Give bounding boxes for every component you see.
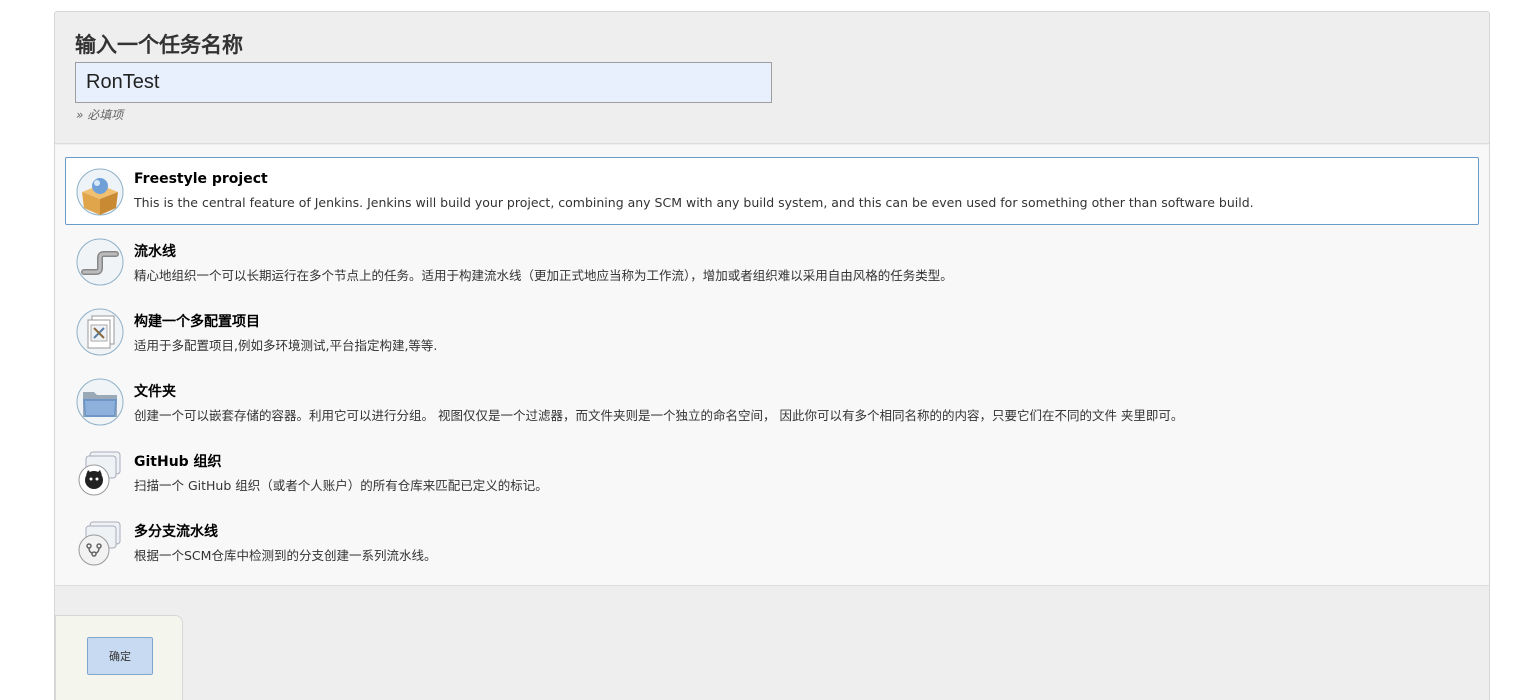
page-title: 输入一个任务名称 (75, 33, 243, 57)
item-title: 文件夹 (134, 384, 176, 400)
item-description: 适用于多配置项目,例如多环境测试,平台指定构建,等等. (134, 338, 438, 353)
item-type-list: Freestyle project This is the central fe… (55, 145, 1489, 586)
item-title: 构建一个多配置项目 (134, 314, 260, 330)
item-description: 根据一个SCM仓库中检测到的分支创建一系列流水线。 (134, 548, 437, 563)
item-type-multibranch-pipeline[interactable]: 多分支流水线 根据一个SCM仓库中检测到的分支创建一系列流水线。 (65, 507, 1479, 575)
multibranch-pipeline-icon (78, 521, 121, 566)
form-footer: 确定 (55, 587, 1489, 700)
new-item-panel: 输入一个任务名称 » 必填项 Freestyle project This is… (54, 11, 1490, 700)
item-type-multi-config[interactable]: 构建一个多配置项目 适用于多配置项目,例如多环境测试,平台指定构建,等等. (65, 297, 1479, 365)
item-title: GitHub 组织 (134, 454, 222, 470)
item-title: Freestyle project (134, 171, 268, 187)
item-type-github-organization[interactable]: GitHub 组织 扫描一个 GitHub 组织（或者个人账户）的所有仓库来匹配… (65, 437, 1479, 505)
item-name-section: 输入一个任务名称 » 必填项 (55, 12, 1489, 144)
button-bar: 确定 (55, 615, 183, 700)
item-description: 创建一个可以嵌套存储的容器。利用它可以进行分组。 视图仅仅是一个过滤器，而文件夹… (134, 408, 1184, 423)
item-type-freestyle[interactable]: Freestyle project This is the central fe… (65, 157, 1479, 225)
required-hint: » 必填项 (76, 108, 124, 122)
item-title: 多分支流水线 (134, 524, 218, 540)
item-description: 精心地组织一个可以长期运行在多个节点上的任务。适用于构建流水线（更加正式地应当称… (134, 268, 953, 283)
freestyle-box-icon (76, 168, 124, 216)
folder-icon (76, 378, 124, 426)
ok-button[interactable]: 确定 (87, 637, 153, 675)
item-title: 流水线 (134, 244, 176, 260)
item-description: This is the central feature of Jenkins. … (134, 195, 1254, 210)
item-type-folder[interactable]: 文件夹 创建一个可以嵌套存储的容器。利用它可以进行分组。 视图仅仅是一个过滤器，… (65, 367, 1479, 435)
item-name-input[interactable] (75, 62, 772, 103)
pipeline-icon (76, 238, 124, 286)
github-organization-icon (78, 451, 121, 496)
item-type-pipeline[interactable]: 流水线 精心地组织一个可以长期运行在多个节点上的任务。适用于构建流水线（更加正式… (65, 227, 1479, 295)
multi-config-icon (76, 308, 124, 356)
item-description: 扫描一个 GitHub 组织（或者个人账户）的所有仓库来匹配已定义的标记。 (134, 478, 548, 493)
